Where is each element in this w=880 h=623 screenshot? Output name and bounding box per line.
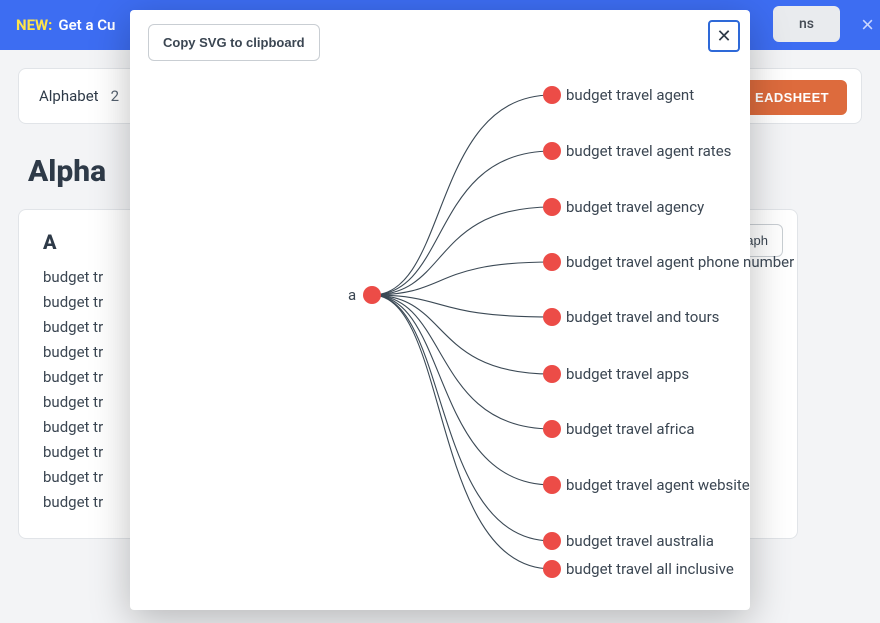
tree-graph: a budget travel agent budget travel agen… <box>190 60 730 600</box>
banner-text: Get a Cu <box>58 16 115 34</box>
graph-leaf-node <box>543 198 561 216</box>
graph-root-node <box>363 286 381 304</box>
graph-leaf-node <box>543 308 561 326</box>
graph-leaf-label: budget travel all inclusive <box>566 560 734 578</box>
graph-leaf-node <box>543 365 561 383</box>
graph-leaf-label: budget travel agent rates <box>566 142 731 160</box>
graph-leaf-node <box>543 142 561 160</box>
graph-leaf-label: budget travel agent website <box>566 476 750 494</box>
tab-alphabet-count: 2 <box>111 87 119 105</box>
graph-leaf-label: budget travel agent phone number <box>566 253 794 271</box>
graph-leaf-label: budget travel agent <box>566 86 694 104</box>
graph-leaf-node <box>543 86 561 104</box>
banner-new-tag: NEW: <box>16 16 52 34</box>
graph-leaf-label: budget travel africa <box>566 420 695 438</box>
download-spreadsheet-button[interactable]: EADSHEET <box>737 80 847 115</box>
svg-graph-modal: Copy SVG to clipboard ✕ a budget travel … <box>130 10 750 610</box>
graph-leaf-node <box>543 420 561 438</box>
graph-edges <box>190 60 730 600</box>
graph-leaf-node <box>543 532 561 550</box>
banner-pill[interactable]: ns <box>773 6 840 42</box>
graph-leaf-label: budget travel apps <box>566 365 689 383</box>
graph-leaf-label: budget travel agency <box>566 198 704 216</box>
graph-leaf-node <box>543 476 561 494</box>
graph-root-label: a <box>348 286 356 304</box>
tab-alphabet[interactable]: Alphabet <box>39 87 99 105</box>
graph-leaf-node <box>543 253 561 271</box>
graph-leaf-node <box>543 560 561 578</box>
close-modal-button[interactable]: ✕ <box>708 20 740 52</box>
graph-leaf-label: budget travel australia <box>566 532 714 550</box>
banner-close-button[interactable]: × <box>861 12 874 38</box>
close-icon: ✕ <box>716 27 731 45</box>
copy-svg-button[interactable]: Copy SVG to clipboard <box>148 24 320 61</box>
graph-leaf-label: budget travel and tours <box>566 308 719 326</box>
